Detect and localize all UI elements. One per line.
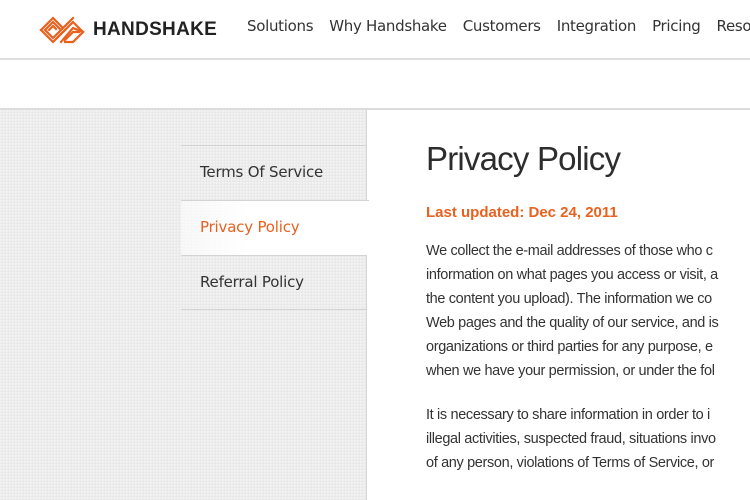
policy-sidebar-menu: Terms Of Service Privacy Policy Referral… xyxy=(181,145,369,310)
text-line: information on what pages you access or … xyxy=(426,267,718,283)
text-line: We collect the e-mail addresses of those… xyxy=(426,243,713,259)
page-title: Privacy Policy xyxy=(426,140,621,177)
handshake-logo-icon xyxy=(39,16,85,44)
text-line: It is necessary to share information in … xyxy=(426,407,710,423)
nav-solutions[interactable]: Solutions xyxy=(247,17,314,35)
nav-resources[interactable]: Resour xyxy=(717,17,750,35)
last-updated: Last updated: Dec 24, 2011 xyxy=(426,204,618,221)
nav-integration[interactable]: Integration xyxy=(557,17,637,35)
sidebar-item-referral-policy[interactable]: Referral Policy xyxy=(181,255,367,310)
main-nav: Solutions Why Handshake Customers Integr… xyxy=(247,17,750,35)
paragraph: It is necessary to share information in … xyxy=(426,403,750,475)
policy-content: Privacy Policy Last updated: Dec 24, 201… xyxy=(426,140,750,475)
nav-why-handshake[interactable]: Why Handshake xyxy=(329,17,447,35)
text-line: the content you upload). The information… xyxy=(426,291,712,307)
text-line: of any person, violations of Terms of Se… xyxy=(426,455,715,471)
sidebar-item-terms-of-service[interactable]: Terms Of Service xyxy=(181,145,367,200)
site-header: HANDSHAKE Solutions Why Handshake Custom… xyxy=(0,0,750,60)
nav-pricing[interactable]: Pricing xyxy=(652,17,701,35)
text-line: when we have your permission, or under t… xyxy=(426,363,715,379)
text-line: illegal activities, suspected fraud, sit… xyxy=(426,431,716,447)
nav-customers[interactable]: Customers xyxy=(463,17,541,35)
paragraph: We collect the e-mail addresses of those… xyxy=(426,239,750,383)
text-line: Web pages and the quality of our service… xyxy=(426,315,719,331)
sidebar-item-privacy-policy[interactable]: Privacy Policy xyxy=(181,200,369,255)
text-line: organizations or third parties for any p… xyxy=(426,339,713,355)
brand-name: HANDSHAKE xyxy=(93,19,218,40)
logo-link[interactable]: HANDSHAKE xyxy=(38,11,217,49)
subheader-band xyxy=(0,60,750,110)
